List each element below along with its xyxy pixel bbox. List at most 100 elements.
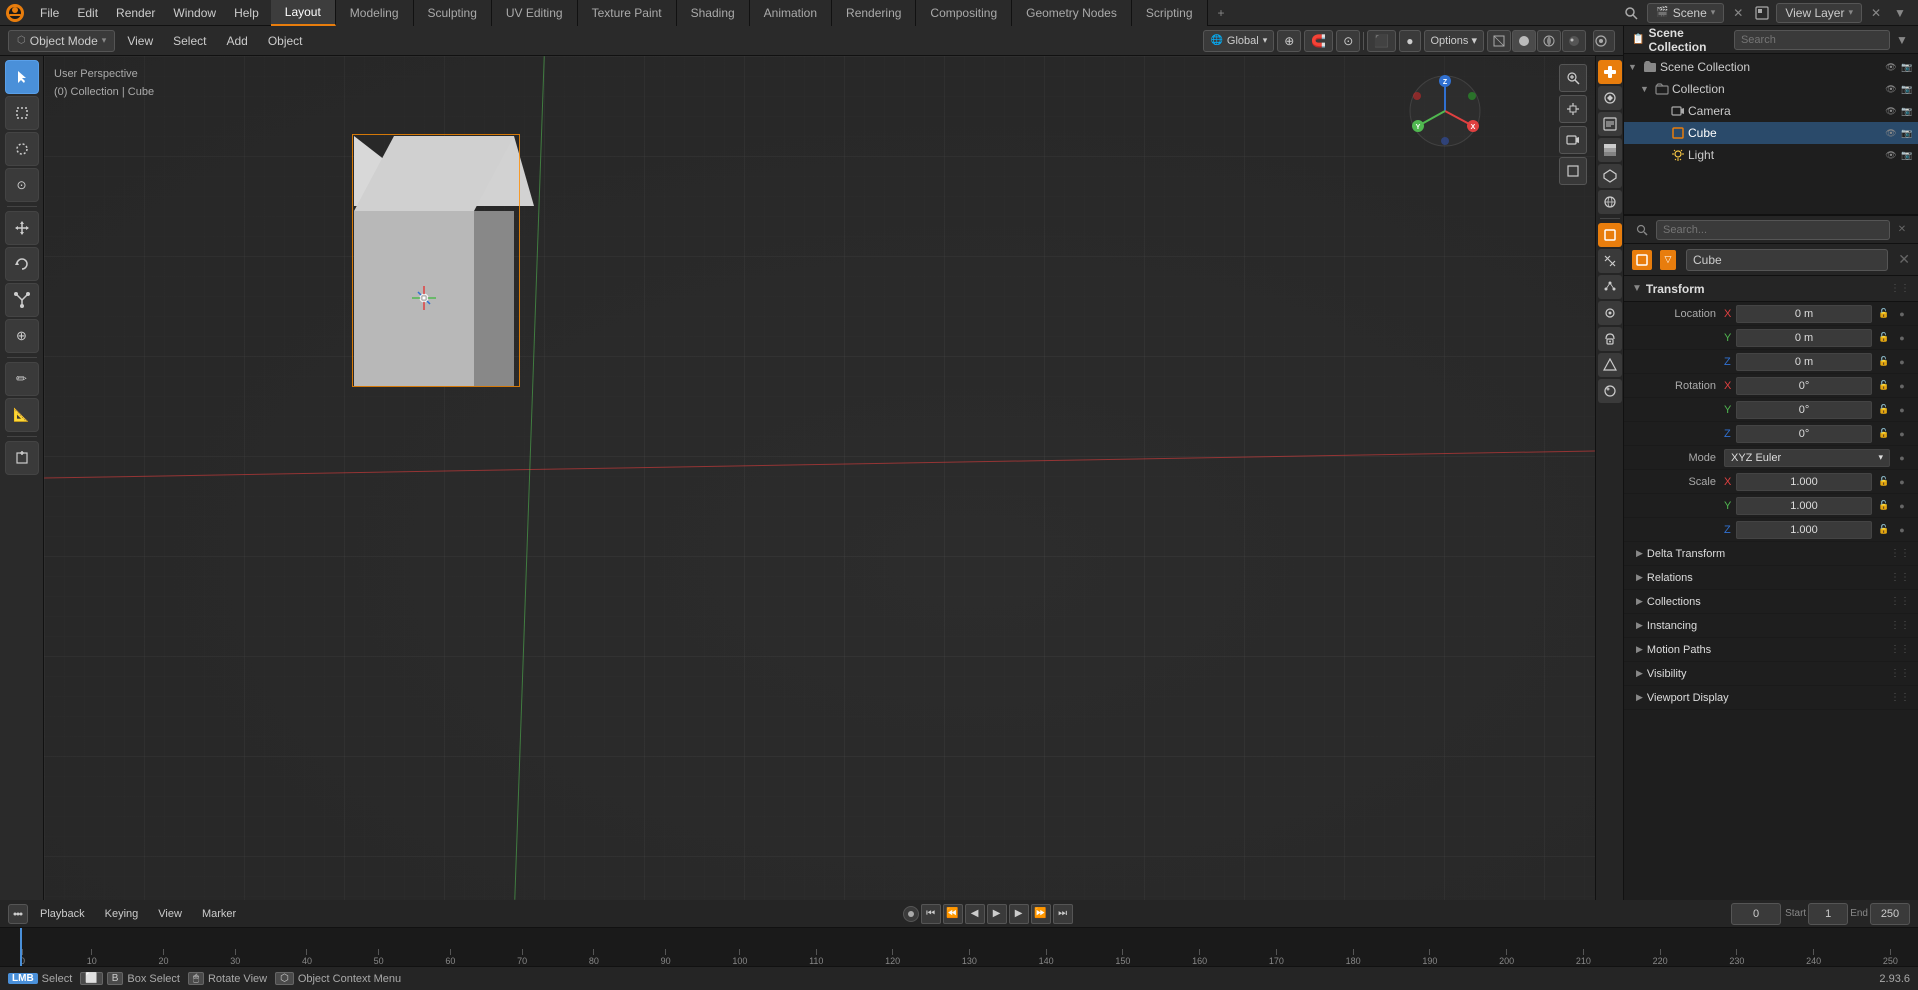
props-icon-output[interactable]	[1598, 112, 1622, 136]
next-keyframe-btn[interactable]: ⏩	[1031, 904, 1051, 924]
transform-tool[interactable]: ⊕	[5, 319, 39, 353]
collection-vis-eye[interactable]: 👁	[1884, 82, 1898, 96]
props-icon-particles[interactable]	[1598, 275, 1622, 299]
loc-x-lock[interactable]: 🔓	[1876, 306, 1892, 322]
solid-btn[interactable]	[1512, 30, 1536, 52]
cube-vis-eye[interactable]: 👁	[1884, 126, 1898, 140]
tab-animation[interactable]: Animation	[750, 0, 832, 26]
tab-modeling[interactable]: Modeling	[336, 0, 414, 26]
instancing-row[interactable]: ▶ Instancing ⋮⋮	[1624, 614, 1918, 638]
scale-z-lock[interactable]: 🔓	[1876, 522, 1892, 538]
rot-z-anim[interactable]: ●	[1894, 426, 1910, 442]
tab-rendering[interactable]: Rendering	[832, 0, 916, 26]
rotation-y-input[interactable]: 0°	[1736, 401, 1872, 419]
light-vis-camera[interactable]: 📷	[1900, 148, 1914, 162]
scale-x-input[interactable]: 1.000	[1736, 473, 1872, 491]
outliner-item-collection[interactable]: ▼ Collection 👁 📷	[1624, 78, 1918, 100]
mode-selector[interactable]: ⬡ Object Mode ▾	[8, 30, 115, 52]
motion-paths-row[interactable]: ▶ Motion Paths ⋮⋮	[1624, 638, 1918, 662]
pivot-btn[interactable]: ⊕	[1277, 30, 1301, 52]
rot-x-anim[interactable]: ●	[1894, 378, 1910, 394]
measure-tool[interactable]: 📐	[5, 398, 39, 432]
shading-btn[interactable]: ●	[1399, 30, 1420, 52]
tab-sculpting[interactable]: Sculpting	[414, 0, 492, 26]
scale-x-lock[interactable]: 🔓	[1876, 474, 1892, 490]
file-menu[interactable]: File	[32, 2, 67, 24]
rot-y-lock[interactable]: 🔓	[1876, 402, 1892, 418]
scale-z-anim[interactable]: ●	[1894, 522, 1910, 538]
cube-vis-camera[interactable]: 📷	[1900, 126, 1914, 140]
scale-z-input[interactable]: 1.000	[1736, 521, 1872, 539]
collections-dots[interactable]: ⋮⋮	[1890, 596, 1910, 607]
tab-geometry-nodes[interactable]: Geometry Nodes	[1012, 0, 1132, 26]
filter-icon[interactable]: ▼	[1890, 3, 1910, 23]
viewport-display-dots[interactable]: ⋮⋮	[1890, 692, 1910, 703]
rendered-btn[interactable]	[1562, 30, 1586, 52]
cube-3d-object[interactable]	[344, 136, 574, 426]
overlay-btn[interactable]: ⬛	[1367, 30, 1396, 52]
rot-y-anim[interactable]: ●	[1894, 402, 1910, 418]
select-tool[interactable]	[5, 60, 39, 94]
delta-transform-row[interactable]: ▶ Delta Transform ⋮⋮	[1624, 542, 1918, 566]
tab-compositing[interactable]: Compositing	[916, 0, 1012, 26]
playback-menu[interactable]: Playback	[32, 903, 93, 925]
rot-z-lock[interactable]: 🔓	[1876, 426, 1892, 442]
play-btn[interactable]: ▶	[987, 904, 1007, 924]
loc-x-anim[interactable]: ●	[1894, 306, 1910, 322]
zoom-in-btn[interactable]	[1559, 64, 1587, 92]
viewport-display-row[interactable]: ▶ Viewport Display ⋮⋮	[1624, 686, 1918, 710]
3d-viewport[interactable]: User Perspective (0) Collection | Cube Z	[44, 56, 1595, 900]
object-menu[interactable]: Object	[260, 30, 311, 52]
rotation-mode-input[interactable]: XYZ Euler ▾	[1724, 449, 1890, 467]
props-icon-render[interactable]	[1598, 86, 1622, 110]
rotation-x-input[interactable]: 0°	[1736, 377, 1872, 395]
props-icon-constraints[interactable]	[1598, 327, 1622, 351]
location-z-input[interactable]: 0 m	[1736, 353, 1872, 371]
outliner-item-light[interactable]: Light 👁 📷	[1624, 144, 1918, 166]
annotate-tool[interactable]: ✏	[5, 362, 39, 396]
scale-y-lock[interactable]: 🔓	[1876, 498, 1892, 514]
props-icon-view-layer[interactable]	[1598, 138, 1622, 162]
collection-vis-camera[interactable]: 📷	[1900, 82, 1914, 96]
relations-dots[interactable]: ⋮⋮	[1890, 572, 1910, 583]
scale-tool[interactable]	[5, 283, 39, 317]
camera-vis-eye[interactable]: 👁	[1884, 104, 1898, 118]
end-frame-input[interactable]	[1870, 903, 1910, 925]
tab-layout[interactable]: Layout	[271, 0, 336, 26]
navigation-gizmo[interactable]: Z X Y	[1405, 71, 1485, 151]
next-frame-btn[interactable]: ▶	[1009, 904, 1029, 924]
transform-dots[interactable]: ⋮⋮	[1890, 283, 1910, 294]
marker-menu[interactable]: Marker	[194, 903, 244, 925]
loc-y-anim[interactable]: ●	[1894, 330, 1910, 346]
outliner-item-scene-collection[interactable]: ▼ Scene Collection 👁 📷	[1624, 56, 1918, 78]
add-menu[interactable]: Add	[218, 30, 255, 52]
tab-texture-paint[interactable]: Texture Paint	[578, 0, 677, 26]
props-icon-modifiers[interactable]	[1598, 249, 1622, 273]
props-icon-data[interactable]	[1598, 353, 1622, 377]
prev-keyframe-btn[interactable]: ⏪	[943, 904, 963, 924]
render-menu[interactable]: Render	[108, 2, 163, 24]
view-layer-selector[interactable]: View Layer ▾	[1776, 3, 1862, 23]
motion-paths-dots[interactable]: ⋮⋮	[1890, 644, 1910, 655]
collections-row[interactable]: ▶ Collections ⋮⋮	[1624, 590, 1918, 614]
render-icon[interactable]	[1752, 3, 1772, 23]
wireframe-btn[interactable]	[1487, 30, 1511, 52]
props-icon-material[interactable]	[1598, 379, 1622, 403]
prev-frame-btn[interactable]: ◀	[965, 904, 985, 924]
loc-y-lock[interactable]: 🔓	[1876, 330, 1892, 346]
instancing-dots[interactable]: ⋮⋮	[1890, 620, 1910, 631]
visibility-dots[interactable]: ⋮⋮	[1890, 668, 1910, 679]
rot-mode-anim[interactable]: ●	[1894, 450, 1910, 466]
help-menu[interactable]: Help	[226, 2, 267, 24]
start-frame-input[interactable]	[1808, 903, 1848, 925]
add-cube-tool[interactable]	[5, 441, 39, 475]
tab-shading[interactable]: Shading	[677, 0, 750, 26]
object-name-input[interactable]	[1686, 249, 1888, 271]
circle-select-tool[interactable]	[5, 132, 39, 166]
timeline-type-btn[interactable]	[8, 904, 28, 924]
options-btn[interactable]: Options ▾	[1424, 30, 1485, 52]
props-icon-scene[interactable]	[1598, 164, 1622, 188]
orthographic-btn[interactable]	[1559, 157, 1587, 185]
toggle-overlays[interactable]	[1593, 30, 1615, 52]
transform-section-header[interactable]: ▼ Transform ⋮⋮	[1624, 276, 1918, 302]
